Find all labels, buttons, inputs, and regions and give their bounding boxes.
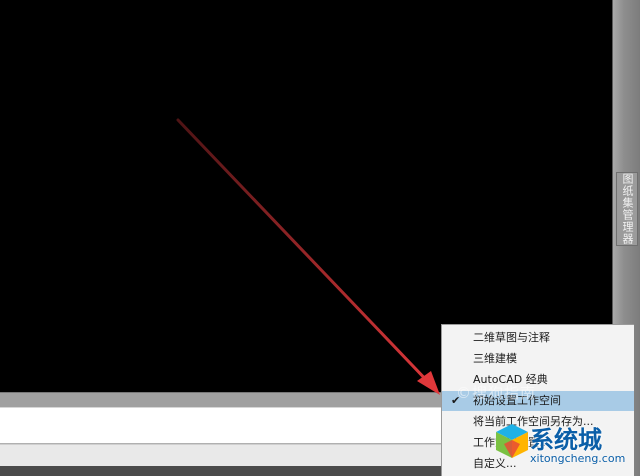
site-logo-icon: [496, 424, 528, 458]
menu-item-3d-modeling[interactable]: 三维建模: [442, 349, 634, 369]
menu-item-2d-drafting[interactable]: 二维草图与注释: [442, 328, 634, 348]
site-watermark: 系统城 xitongcheng.com: [494, 418, 636, 476]
sheet-set-manager-tab[interactable]: 图纸集管理器: [616, 172, 638, 246]
menu-item-label: 三维建模: [473, 352, 517, 365]
sheet-set-manager-label: 图纸集管理器: [621, 173, 634, 245]
site-name: 系统城: [530, 426, 602, 454]
menu-item-label: 二维草图与注释: [473, 331, 550, 344]
site-url: xitongcheng.com: [530, 452, 626, 465]
watermark-overlay-text: ©搜狗指南: [456, 384, 537, 402]
